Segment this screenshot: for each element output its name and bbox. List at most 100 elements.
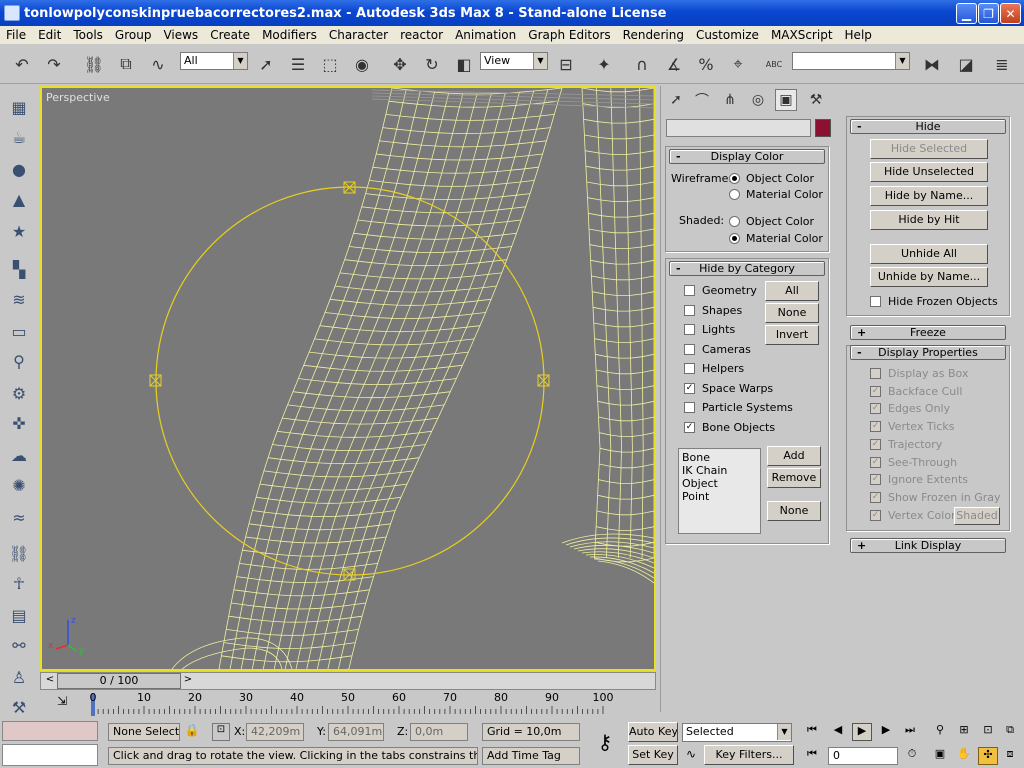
menu-animation[interactable]: Animation xyxy=(449,28,522,42)
time-prev-button[interactable]: < xyxy=(43,674,57,688)
category-checkbox[interactable]: ✓ Bone Objects xyxy=(684,421,775,434)
hide-frozen-objects-checkbox[interactable]: Hide Frozen Objects xyxy=(870,295,998,308)
zoom-extents-all-icon[interactable]: ⧉ xyxy=(1000,723,1020,741)
link-display-header[interactable]: + Link Display xyxy=(850,538,1006,553)
spinner-snap-icon[interactable]: ⌖ xyxy=(726,52,750,76)
snaps-toggle-icon[interactable]: ∩ xyxy=(630,52,654,76)
category-checkbox[interactable]: Cameras xyxy=(684,343,751,356)
tool-icon[interactable]: ⚒ xyxy=(7,695,31,719)
create-objects-icon[interactable]: ▦ xyxy=(7,95,31,119)
zoom-extents-icon[interactable]: ⊡ xyxy=(978,723,998,741)
time-slider[interactable]: < 0 / 100 > xyxy=(40,672,656,690)
menu-tools[interactable]: Tools xyxy=(67,28,109,42)
close-button[interactable]: ✕ xyxy=(1000,3,1021,24)
maxscript-listener-white[interactable] xyxy=(2,744,98,766)
display-property-checkbox[interactable]: ✓ Show Frozen in Gray xyxy=(870,491,1001,504)
set-key-button[interactable]: Set Key xyxy=(628,745,678,765)
restore-button[interactable]: ❐ xyxy=(978,3,999,24)
zoom-all-icon[interactable]: ⊞ xyxy=(954,723,974,741)
list-remove-button[interactable]: Remove xyxy=(767,468,821,488)
list-item[interactable]: Bone xyxy=(682,451,757,464)
unhide-by-name-button[interactable]: Unhide by Name... xyxy=(870,267,988,287)
maximize-viewport-icon[interactable]: ⧈ xyxy=(1000,747,1020,765)
layer-manager-icon[interactable]: ≣ xyxy=(990,52,1014,76)
track-bar[interactable]: ⇲ 0 10 20 30 40 50 60 70 80 90 100 xyxy=(40,690,656,720)
menu-reactor[interactable]: reactor xyxy=(394,28,449,42)
time-next-button[interactable]: > xyxy=(181,674,195,688)
hierarchy-tab-icon[interactable]: ⋔ xyxy=(719,89,741,111)
wire-material-color-radio[interactable]: Material Color xyxy=(729,188,823,201)
particle-icon[interactable]: ✺ xyxy=(7,473,31,497)
lock-icon[interactable]: 🔒 xyxy=(184,723,200,741)
selection-filter-dropdown[interactable]: All ▼ xyxy=(180,52,248,70)
category-checkbox[interactable]: Lights xyxy=(684,323,735,336)
link-icon[interactable]: ⛓ xyxy=(7,541,31,565)
go-to-end-icon[interactable]: ⏭ xyxy=(900,723,920,741)
gear-icon[interactable]: ⚙ xyxy=(7,381,31,405)
category-all-button[interactable]: All xyxy=(765,281,819,301)
spacewarp-icon[interactable]: ☁ xyxy=(7,443,31,467)
percent-snap-icon[interactable]: % xyxy=(694,52,718,76)
redo-icon[interactable]: ↷ xyxy=(42,52,66,76)
maxscript-listener-pink[interactable] xyxy=(2,721,98,741)
hide-selected-button[interactable]: Hide Selected xyxy=(870,139,988,159)
time-configuration-icon[interactable]: ⏱ xyxy=(902,747,922,765)
rect-selection-icon[interactable]: ⬚ xyxy=(318,52,342,76)
object-name-field[interactable] xyxy=(666,119,811,137)
menu-create[interactable]: Create xyxy=(204,28,256,42)
current-frame-field[interactable]: 0 xyxy=(828,747,898,765)
pivot-center-icon[interactable]: ⊟ xyxy=(554,52,578,76)
unhide-all-button[interactable]: Unhide All xyxy=(870,244,988,264)
reference-coord-dropdown[interactable]: View ▼ xyxy=(480,52,548,70)
hide-by-category-header[interactable]: - Hide by Category xyxy=(669,261,825,276)
display-property-checkbox[interactable]: ✓ Backface Cull xyxy=(870,385,962,398)
display-property-checkbox[interactable]: ✓ Vertex Ticks xyxy=(870,420,954,433)
category-checkbox[interactable]: Geometry xyxy=(684,284,757,297)
utilities-tab-icon[interactable]: ⚒ xyxy=(805,89,827,111)
coil-icon[interactable]: ≋ xyxy=(7,287,31,311)
display-property-checkbox[interactable]: ✓ Trajectory xyxy=(870,438,942,451)
create-tab-icon[interactable]: ➚ xyxy=(665,89,687,111)
freeze-rollout-header[interactable]: + Freeze xyxy=(850,325,1006,340)
menu-maxscript[interactable]: MAXScript xyxy=(765,28,839,42)
key-mode-dropdown[interactable]: Selected ▼ xyxy=(682,723,792,742)
z-coordinate-field[interactable]: 0,0m xyxy=(410,723,468,741)
wire-object-color-radio[interactable]: Object Color xyxy=(729,172,814,185)
helper-icon[interactable]: ✜ xyxy=(7,411,31,435)
menu-character[interactable]: Character xyxy=(323,28,394,42)
viewport-perspective[interactable]: z x y Perspective xyxy=(40,86,656,671)
shaded-material-color-radio[interactable]: Material Color xyxy=(729,232,823,245)
sphere-icon[interactable]: ● xyxy=(7,157,31,181)
next-frame-icon[interactable]: ▶ xyxy=(876,723,896,741)
move-icon[interactable]: ✥ xyxy=(388,52,412,76)
select-object-icon[interactable]: ➚ xyxy=(254,52,278,76)
category-checkbox[interactable]: Shapes xyxy=(684,304,742,317)
checker-icon[interactable]: ▚ xyxy=(7,257,31,281)
menu-help[interactable]: Help xyxy=(839,28,878,42)
mirror-icon[interactable]: ⧓ xyxy=(920,52,944,76)
edit-named-selection-icon[interactable]: ABC xyxy=(762,52,786,76)
x-coordinate-field[interactable]: 42,209m xyxy=(246,723,304,741)
hide-by-name-button[interactable]: Hide by Name... xyxy=(870,186,988,206)
menu-group[interactable]: Group xyxy=(109,28,158,42)
window-crossing-icon[interactable]: ◉ xyxy=(350,52,374,76)
display-property-checkbox[interactable]: ✓ Edges Only xyxy=(870,402,950,415)
cone-icon[interactable]: ▲ xyxy=(7,187,31,211)
display-property-checkbox[interactable]: Display as Box xyxy=(870,367,968,380)
box-icon[interactable]: ▤ xyxy=(7,603,31,627)
menu-customize[interactable]: Customize xyxy=(690,28,765,42)
play-icon[interactable]: ▶ xyxy=(852,723,872,741)
cylinder-icon[interactable]: ▭ xyxy=(7,319,31,343)
auto-key-button[interactable]: Auto Key xyxy=(628,722,678,742)
menu-edit[interactable]: Edit xyxy=(32,28,67,42)
named-selection-dropdown[interactable]: ▼ xyxy=(792,52,910,70)
magnify-icon[interactable]: ⚲ xyxy=(7,349,31,373)
align-icon[interactable]: ◪ xyxy=(954,52,978,76)
time-slider-thumb[interactable]: 0 / 100 xyxy=(57,673,181,689)
display-tab-icon[interactable]: ▣ xyxy=(775,89,797,111)
add-time-tag-field[interactable]: Add Time Tag xyxy=(482,747,580,765)
bind-space-warp-icon[interactable]: ∿ xyxy=(146,52,170,76)
list-item[interactable]: Point xyxy=(682,490,757,503)
figure-icon[interactable]: ♙ xyxy=(7,665,31,689)
menu-rendering[interactable]: Rendering xyxy=(617,28,690,42)
